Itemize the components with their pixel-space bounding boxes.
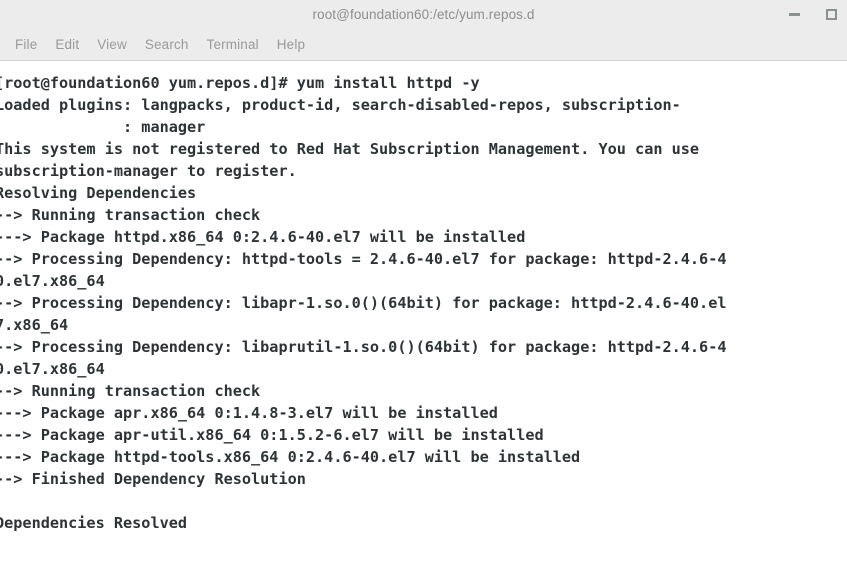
- terminal-line: --> Processing Dependency: libaprutil-1.…: [0, 338, 727, 356]
- terminal-line: subscription-manager to register.: [0, 162, 297, 180]
- terminal-line: This system is not registered to Red Hat…: [0, 140, 700, 158]
- terminal-line: 0.el7.x86_64: [0, 360, 105, 378]
- maximize-button[interactable]: [823, 6, 839, 22]
- terminal-line: --> Processing Dependency: httpd-tools =…: [0, 250, 727, 268]
- menu-item-view[interactable]: View: [88, 34, 136, 55]
- menu-item-edit[interactable]: Edit: [46, 34, 88, 55]
- terminal-line: 7.x86_64: [0, 316, 69, 334]
- terminal-line: 0.el7.x86_64: [0, 272, 105, 290]
- terminal-line: [root@foundation60 yum.repos.d]# yum ins…: [0, 74, 480, 92]
- minimize-button[interactable]: [786, 6, 802, 22]
- terminal-line: --> Running transaction check: [0, 382, 261, 400]
- terminal-text-buffer: [root@foundation60 yum.repos.d]# yum ins…: [0, 72, 847, 569]
- terminal-line: ---> Package httpd-tools.x86_64 0:2.4.6-…: [0, 448, 581, 466]
- menu-item-file[interactable]: File: [6, 34, 46, 55]
- menu-item-help[interactable]: Help: [268, 34, 314, 55]
- terminal-line: ---> Package httpd.x86_64 0:2.4.6-40.el7…: [0, 228, 526, 246]
- minimize-icon: [788, 12, 800, 16]
- terminal-line: --> Running transaction check: [0, 206, 261, 224]
- terminal-line: : manager: [0, 118, 206, 136]
- terminal-output-area[interactable]: [root@foundation60 yum.repos.d]# yum ins…: [0, 61, 847, 569]
- maximize-icon: [825, 8, 837, 20]
- window-controls: [786, 0, 839, 28]
- terminal-line: Loaded plugins: langpacks, product-id, s…: [0, 96, 681, 114]
- menu-item-search[interactable]: Search: [136, 34, 198, 55]
- terminal-line: --> Finished Dependency Resolution: [0, 470, 306, 488]
- terminal-window: root@foundation60:/etc/yum.repos.d File …: [0, 0, 847, 569]
- menu-item-terminal[interactable]: Terminal: [198, 34, 268, 55]
- terminal-line: --> Processing Dependency: libapr-1.so.0…: [0, 294, 727, 312]
- terminal-line: Dependencies Resolved: [0, 514, 188, 532]
- terminal-line: ---> Package apr.x86_64 0:1.4.8-3.el7 wi…: [0, 404, 498, 422]
- window-title: root@foundation60:/etc/yum.repos.d: [312, 6, 535, 22]
- terminal-line: Resolving Dependencies: [0, 184, 197, 202]
- menubar: File Edit View Search Terminal Help: [0, 28, 847, 61]
- window-titlebar[interactable]: root@foundation60:/etc/yum.repos.d: [0, 0, 847, 28]
- terminal-line: ---> Package apr-util.x86_64 0:1.5.2-6.e…: [0, 426, 544, 444]
